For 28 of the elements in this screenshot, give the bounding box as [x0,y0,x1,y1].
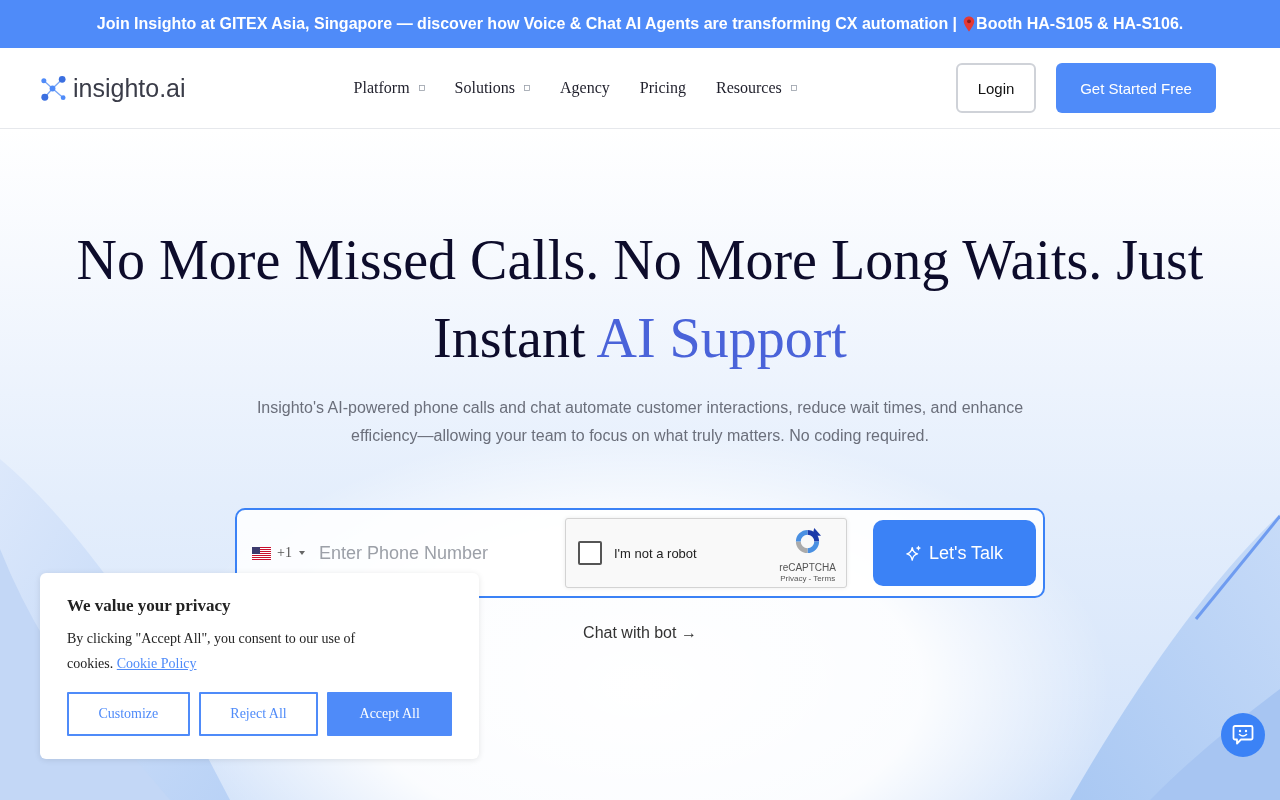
cookie-text: By clicking "Accept All", you consent to our use of cookies. Cookie Policy [67,630,357,673]
hero-headline: No More Missed Calls. No More Long Waits. Just Instant AI Support [75,228,1205,371]
nav-link[interactable]: Agency [560,79,610,97]
lets-talk-button[interactable]: Let's Talk [873,520,1036,586]
nav-link[interactable]: Solutions [454,79,531,97]
chat-bubble-icon [1232,724,1254,746]
nav-link[interactable]: Pricing [639,79,687,97]
captcha-label: I'm not a robot [614,545,698,561]
logo[interactable]: insighto.ai [40,73,186,103]
phone-input[interactable]: Enter Phone Number [318,542,549,564]
booth-text: Booth HA-S105 & HA-S106. [976,15,1184,33]
pin-icon [963,16,976,32]
country-selector[interactable]: +1 [252,545,305,561]
captcha-checkbox[interactable] [578,541,602,565]
hero-subtitle: Insighto's AI-powered phone calls and chat automate customer interactions, reduce wait times, and enhance efficiency—allowing your team to focus on what truly matters. No coding required. [255,398,1025,446]
nav-link[interactable]: Platform [353,79,425,97]
login-button[interactable]: Login [956,63,1036,113]
recaptcha-brand: reCAPTCHA [779,561,836,573]
nav-link[interactable]: Resources [716,79,797,97]
us-flag-icon [252,546,271,560]
caret-icon [298,551,305,555]
recaptcha-logo-icon [793,526,823,556]
announcement-text: Join Insighto at GITEX Asia, Singapore — discover how Voice & Chat AI Agents are transforming CX automation | [96,15,958,33]
chat-with-bot-link[interactable]: Chat with bot → [583,622,697,644]
recaptcha-links[interactable]: Privacy - Terms [780,572,836,584]
logo-icon [40,74,67,102]
sparkle-icon [905,545,922,561]
cookie-title: We value your privacy [67,595,232,617]
